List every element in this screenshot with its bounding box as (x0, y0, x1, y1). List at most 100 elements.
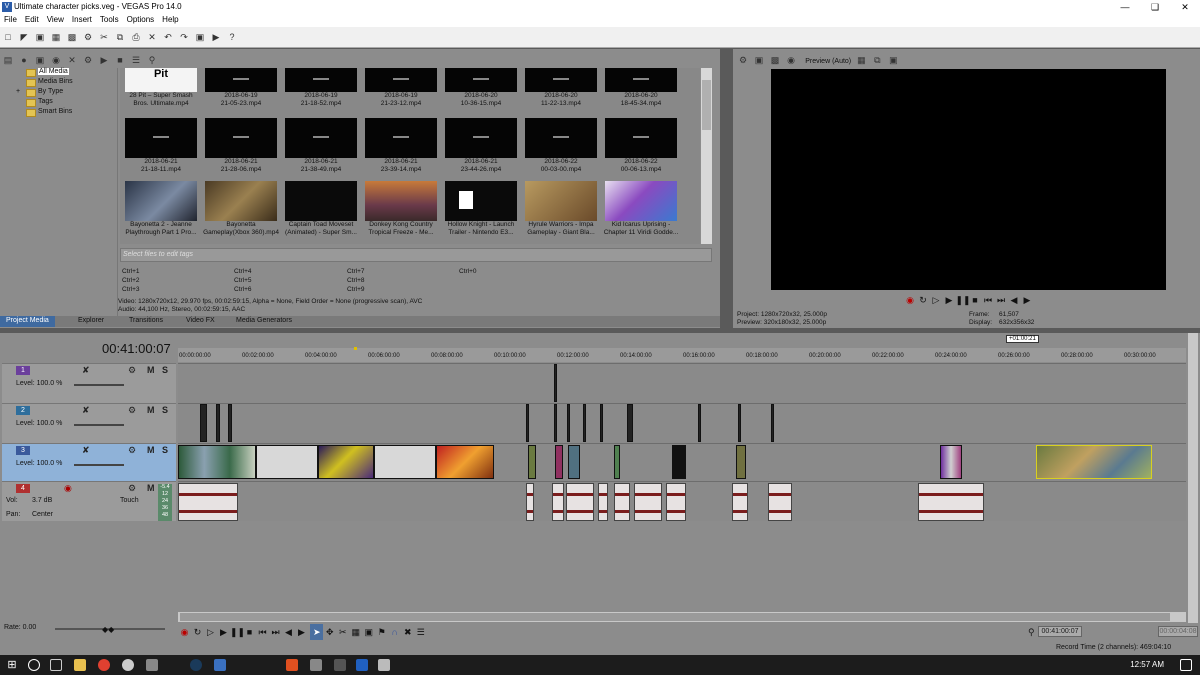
video-clip[interactable] (436, 445, 494, 479)
media-fx-icon[interactable]: ⚙ (82, 54, 94, 66)
video-clip[interactable] (178, 445, 256, 479)
media-scrollbar[interactable] (701, 68, 712, 244)
level-slider[interactable] (74, 384, 124, 386)
loop-icon[interactable]: ↻ (917, 292, 930, 308)
media-tile[interactable]: 2018-06-21 21-28-06.mp4 (205, 118, 277, 174)
track-fx-icon[interactable]: ⚙ (128, 365, 136, 376)
new-icon[interactable]: □ (2, 31, 14, 43)
automation-mode[interactable]: Touch (120, 497, 139, 504)
audio-clip[interactable] (178, 483, 238, 521)
track-fx-icon[interactable]: ⚙ (128, 405, 136, 416)
app-icon[interactable] (286, 659, 298, 671)
trim-icon[interactable]: ▦ (349, 624, 362, 640)
loop-icon[interactable]: ↻ (191, 624, 204, 640)
track-lane-4[interactable] (178, 481, 1186, 521)
playhead[interactable] (354, 347, 357, 350)
save-icon[interactable]: ▣ (34, 31, 46, 43)
menu-file[interactable]: File (0, 14, 21, 25)
tab-explorer[interactable]: Explorer (72, 316, 110, 327)
video-clip[interactable] (554, 404, 557, 442)
rate-slider-thumb[interactable]: ◆◆ (102, 625, 114, 634)
video-clip[interactable] (216, 404, 220, 442)
render-icon[interactable]: ▦ (50, 31, 62, 43)
video-clip[interactable] (1036, 445, 1152, 479)
vegas-taskbar-icon[interactable] (214, 659, 226, 671)
record-icon[interactable]: ◉ (904, 292, 917, 308)
properties-icon[interactable]: ▩ (66, 31, 78, 43)
edit-tool-icon[interactable]: ➤ (310, 624, 324, 640)
video-clip[interactable] (738, 404, 741, 442)
browser-icon[interactable] (122, 659, 134, 671)
track-motion-icon[interactable]: ✘ (82, 405, 90, 416)
audio-clip[interactable] (634, 483, 662, 521)
audio-clip[interactable] (732, 483, 748, 521)
track-fx-icon[interactable]: ⚙ (128, 445, 136, 456)
video-clip[interactable] (614, 445, 620, 479)
app-icon[interactable] (334, 659, 346, 671)
video-clip[interactable] (567, 404, 570, 442)
marker-icon[interactable]: ⚑ (375, 624, 388, 640)
paste-icon[interactable]: ⎙ (130, 31, 142, 43)
media-tile[interactable]: 2018-06-22 00-03-00.mp4 (525, 118, 597, 174)
tree-item-smart-bins[interactable]: Smart Bins (12, 108, 117, 118)
track-fx-icon[interactable]: ⚙ (128, 483, 136, 494)
search-icon[interactable]: ⚲ (146, 54, 158, 66)
audio-clip[interactable] (666, 483, 686, 521)
timeline-hscroll[interactable] (178, 612, 1186, 622)
video-clip[interactable] (318, 445, 374, 479)
lock-icon[interactable]: ▣ (362, 624, 375, 640)
tree-item-all-media[interactable]: All Media (12, 68, 117, 78)
media-tile[interactable]: 2018-06-20 18-45-34.mp4 (605, 68, 677, 108)
mute-button[interactable]: M (147, 445, 155, 455)
mute-button[interactable]: M (147, 483, 155, 493)
import-icon[interactable]: ▤ (2, 54, 14, 66)
split-screen-icon[interactable]: ▩ (769, 54, 781, 66)
solo-button[interactable]: S (162, 405, 168, 415)
video-clip[interactable] (736, 445, 746, 479)
copy-icon[interactable]: ⧉ (114, 31, 126, 43)
close-button[interactable]: ✕ (1170, 0, 1200, 14)
stop-icon[interactable]: ■ (243, 624, 256, 640)
video-clip[interactable] (526, 404, 529, 442)
prev-frame-icon[interactable]: ◀ (282, 624, 295, 640)
minimize-button[interactable]: — (1110, 0, 1140, 14)
app-icon[interactable] (356, 659, 368, 671)
play-icon[interactable]: ▶ (217, 624, 230, 640)
selection-end[interactable]: 00:00:04:08 (1158, 626, 1198, 637)
solo-button[interactable]: S (162, 445, 168, 455)
snap-icon[interactable]: ▣ (194, 31, 206, 43)
notifications-icon[interactable] (1180, 659, 1192, 671)
go-start-icon[interactable]: ⏮ (256, 624, 269, 640)
video-clip[interactable] (771, 404, 774, 442)
video-clip[interactable] (698, 404, 701, 442)
play-from-start-icon[interactable]: ▷ (930, 292, 943, 308)
audio-clip[interactable] (918, 483, 984, 521)
settings-icon[interactable]: ⚙ (737, 54, 749, 66)
split-icon[interactable]: ✂ (336, 624, 349, 640)
media-tile[interactable]: 2018-06-21 23-39-14.mp4 (365, 118, 437, 174)
play-icon[interactable]: ▶ (98, 54, 110, 66)
video-clip[interactable] (200, 404, 207, 442)
next-frame-icon[interactable]: ▶ (1021, 292, 1034, 308)
copy-snapshot-icon[interactable]: ⧉ (871, 54, 883, 66)
solo-button[interactable]: S (162, 365, 168, 375)
audio-clip[interactable] (614, 483, 630, 521)
audio-clip[interactable] (566, 483, 594, 521)
media-tile[interactable]: Bayonetta 2 - Jeanne Playthrough Part 1 P… (125, 181, 197, 237)
tab-transitions[interactable]: Transitions (123, 316, 169, 327)
pause-icon[interactable]: ❚❚ (956, 292, 971, 308)
track-lane-3[interactable] (178, 443, 1186, 481)
menu-help[interactable]: Help (158, 14, 182, 25)
media-tile[interactable]: Bayonetta Gameplay(Xbox 360).mp4 (203, 181, 279, 237)
track-header-audio-4[interactable]: 4 ◉⚙ MS Vol: 3.7 dB Touch Pan: Center -5… (2, 481, 176, 521)
snap-icon[interactable]: ∩ (388, 624, 401, 640)
video-clip[interactable] (256, 445, 318, 479)
tags-input[interactable]: Select files to edit tags (120, 248, 712, 262)
media-tile[interactable]: Donkey Kong Country Tropical Freeze - Me.… (365, 181, 437, 237)
steam-icon[interactable] (190, 659, 202, 671)
tab-project-media[interactable]: Project Media (0, 316, 55, 327)
media-tile[interactable]: Captain Toad Moveset (Animated) - Super S… (285, 181, 357, 237)
go-end-icon[interactable]: ⏭ (269, 624, 282, 640)
next-frame-icon[interactable]: ▶ (295, 624, 308, 640)
media-tile[interactable]: 2018-06-22 00-06-13.mp4 (605, 118, 677, 174)
